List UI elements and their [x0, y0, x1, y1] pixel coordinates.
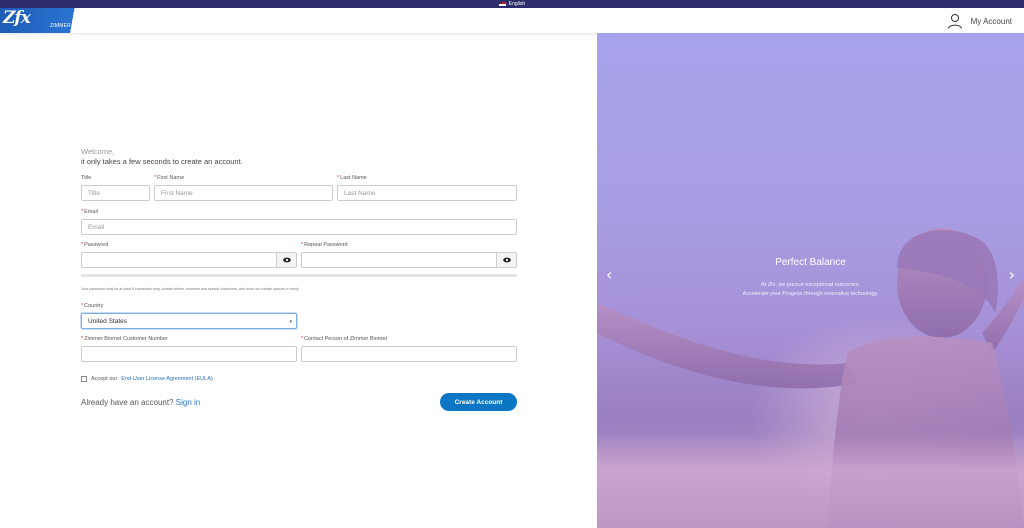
password-label: *Password	[81, 242, 109, 248]
repeat-password-input[interactable]	[301, 252, 517, 268]
show-repeat-password-button[interactable]	[496, 253, 516, 267]
email-input[interactable]: Email	[81, 219, 517, 235]
sign-in-link[interactable]: Sign in	[176, 398, 200, 407]
eula-checkbox[interactable]	[81, 376, 87, 382]
eula-prefix: Accept our	[91, 376, 118, 382]
eye-icon	[282, 257, 291, 263]
my-account-label: My Account	[970, 16, 1012, 26]
hero-title: Perfect Balance	[775, 257, 846, 268]
header: Zfx ZIMMER BIOMET My Account	[0, 8, 1024, 33]
email-label: *Email	[81, 209, 98, 215]
hero-subtitle: At Zfx, we pursue exceptional outcomes. …	[742, 282, 879, 297]
password-strength-bar	[81, 274, 517, 277]
show-password-button[interactable]	[276, 253, 296, 267]
password-input[interactable]	[81, 252, 297, 268]
first-name-label: *First Name	[154, 175, 185, 181]
first-name-input[interactable]: First Name	[154, 185, 333, 201]
zfx-logo[interactable]: Zfx ZIMMER BIOMET	[0, 8, 102, 33]
user-icon	[947, 14, 962, 29]
last-name-input[interactable]: Last Name	[337, 185, 517, 201]
my-account-button[interactable]: My Account	[947, 11, 1012, 31]
logo-text: Zfx	[3, 8, 31, 28]
welcome-heading: Welcome,	[81, 147, 115, 156]
title-label: Title	[81, 175, 92, 181]
last-name-label: *Last Name	[337, 175, 367, 181]
country-label: *Country	[81, 303, 104, 309]
title-input[interactable]: Title	[81, 185, 150, 201]
carousel-next-icon[interactable]: ›	[1009, 265, 1015, 284]
hero-carousel: Perfect Balance At Zfx, we pursue except…	[597, 33, 1024, 528]
contact-person-label: *Contact Person of Zimmer Biomet	[301, 336, 387, 342]
contact-person-input[interactable]	[301, 346, 517, 362]
logo-subtitle: ZIMMER BIOMET	[50, 23, 93, 29]
welcome-subheading: it only takes a few seconds to create an…	[81, 157, 243, 166]
eula-row: Accept our End-User License Agreement (E…	[81, 376, 213, 382]
language-selector[interactable]: English	[0, 0, 1024, 8]
create-account-button[interactable]: Create Account	[440, 393, 517, 411]
hero-clouds	[597, 433, 1024, 528]
country-value: United States	[88, 317, 128, 325]
customer-number-label: *Zimmer Biomet Customer Number	[81, 336, 168, 342]
customer-number-input[interactable]	[81, 346, 297, 362]
us-flag-icon	[498, 2, 506, 6]
country-select[interactable]: United States ▾	[81, 313, 297, 329]
password-hint: Your password must be at least 8 charact…	[81, 287, 300, 291]
chevron-down-icon: ▾	[289, 319, 292, 325]
already-have-account: Already have an account? Sign in	[81, 398, 201, 407]
eye-icon	[502, 257, 511, 263]
carousel-prev-icon[interactable]: ‹	[606, 265, 612, 284]
repeat-password-label: *Repeat Password	[301, 242, 348, 248]
eula-link[interactable]: End-User License Agreement (EULA)	[121, 376, 212, 382]
language-label: English	[508, 1, 526, 7]
